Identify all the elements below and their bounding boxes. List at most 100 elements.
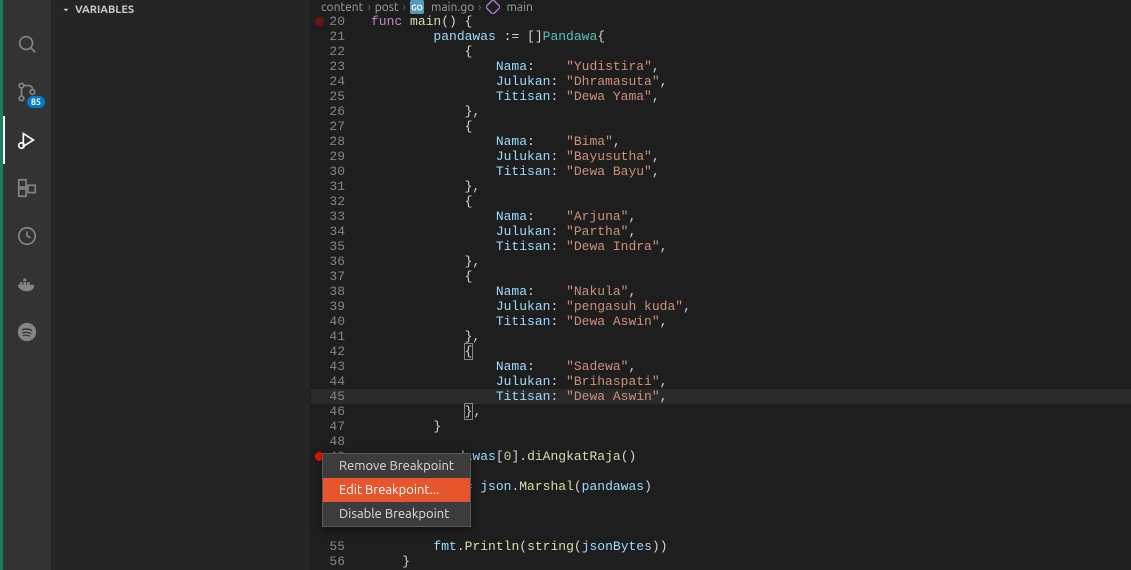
line-number[interactable]: 36 — [311, 254, 359, 269]
code-content[interactable]: Nama: "Yudistira", — [359, 59, 660, 74]
docker-icon[interactable] — [3, 260, 51, 308]
code-line[interactable]: 56 } — [311, 554, 1131, 569]
code-line[interactable]: 21 pandawas := []Pandawa{ — [311, 29, 1131, 44]
code-line[interactable]: 24 Julukan: "Dhramasuta", — [311, 74, 1131, 89]
code-content[interactable]: { — [359, 194, 472, 209]
line-number[interactable]: 47 — [311, 419, 359, 434]
code-line[interactable]: 35 Titisan: "Dewa Indra", — [311, 239, 1131, 254]
code-content[interactable]: Julukan: "Brihaspati", — [359, 374, 667, 389]
code-content[interactable]: func main() { — [359, 14, 472, 29]
line-number[interactable]: 41 — [311, 329, 359, 344]
code-line[interactable]: 38 Nama: "Nakula", — [311, 284, 1131, 299]
line-number[interactable]: 30 — [311, 164, 359, 179]
code-line[interactable]: 36 }, — [311, 254, 1131, 269]
code-line[interactable]: 47 } — [311, 419, 1131, 434]
code-content[interactable]: { — [359, 119, 472, 134]
code-content[interactable]: { — [359, 269, 472, 284]
code-content[interactable]: Titisan: "Dewa Yama", — [359, 89, 660, 104]
extensions-icon[interactable] — [3, 164, 51, 212]
search-icon[interactable] — [3, 20, 51, 68]
line-number[interactable]: 28 — [311, 134, 359, 149]
code-line[interactable]: 43 Nama: "Sadewa", — [311, 359, 1131, 374]
line-number[interactable]: 46 — [311, 404, 359, 419]
spotify-icon[interactable] — [3, 308, 51, 356]
code-line[interactable]: 30 Titisan: "Dewa Bayu", — [311, 164, 1131, 179]
breadcrumb-folder[interactable]: post — [375, 1, 399, 14]
code-content[interactable]: Nama: "Arjuna", — [359, 209, 636, 224]
line-number[interactable]: 32 — [311, 194, 359, 209]
code-content[interactable]: Nama: "Sadewa", — [359, 359, 636, 374]
line-number[interactable]: 35 — [311, 239, 359, 254]
line-number[interactable]: 34 — [311, 224, 359, 239]
code-line[interactable]: 44 Julukan: "Brihaspati", — [311, 374, 1131, 389]
code-content[interactable]: fmt.Println(string(jsonBytes)) — [359, 539, 668, 554]
line-number[interactable]: 37 — [311, 269, 359, 284]
line-number[interactable]: 42 — [311, 344, 359, 359]
code-content[interactable]: Nama: "Nakula", — [359, 284, 636, 299]
code-content[interactable]: Julukan: "Partha", — [359, 224, 636, 239]
code-content[interactable]: Titisan: "Dewa Aswin", — [359, 389, 667, 404]
code-line[interactable]: 33 Nama: "Arjuna", — [311, 209, 1131, 224]
code-content[interactable]: }, — [359, 404, 481, 419]
code-content[interactable]: { — [359, 344, 473, 359]
code-line[interactable]: 41 }, — [311, 329, 1131, 344]
line-number[interactable]: 31 — [311, 179, 359, 194]
ctx-edit-breakpoint[interactable]: Edit Breakpoint... — [323, 478, 470, 502]
breadcrumb-symbol[interactable]: main — [507, 1, 533, 14]
line-number[interactable]: 56 — [311, 554, 359, 569]
line-number[interactable]: 38 — [311, 284, 359, 299]
code-content[interactable]: } — [359, 419, 441, 434]
timeline-icon[interactable] — [3, 212, 51, 260]
line-number[interactable]: 27 — [311, 119, 359, 134]
code-content[interactable]: }, — [359, 104, 480, 119]
code-line[interactable]: 37 { — [311, 269, 1131, 284]
code-line[interactable]: 28 Nama: "Bima", — [311, 134, 1131, 149]
code-line[interactable]: 23 Nama: "Yudistira", — [311, 59, 1131, 74]
code-line[interactable]: 42 { — [311, 344, 1131, 359]
code-content[interactable]: }, — [359, 329, 480, 344]
code-line[interactable]: 32 { — [311, 194, 1131, 209]
code-line[interactable]: 48 — [311, 434, 1131, 449]
code-content[interactable]: }, — [359, 254, 480, 269]
line-number[interactable]: 25 — [311, 89, 359, 104]
line-number[interactable]: 23 — [311, 59, 359, 74]
code-line[interactable]: 31 }, — [311, 179, 1131, 194]
code-line[interactable]: 39 Julukan: "pengasuh kuda", — [311, 299, 1131, 314]
code-content[interactable]: Nama: "Bima", — [359, 134, 621, 149]
line-number[interactable]: 43 — [311, 359, 359, 374]
line-number[interactable]: 40 — [311, 314, 359, 329]
code-line[interactable]: 20func main() { — [311, 14, 1131, 29]
line-number[interactable]: 44 — [311, 374, 359, 389]
line-number[interactable]: 22 — [311, 44, 359, 59]
code-line[interactable]: 25 Titisan: "Dewa Yama", — [311, 89, 1131, 104]
line-number[interactable]: 55 — [311, 539, 359, 554]
line-number[interactable]: 20 — [311, 14, 359, 29]
code-content[interactable]: }, — [359, 179, 480, 194]
breadcrumb-folder[interactable]: content — [321, 1, 363, 14]
code-line[interactable]: 34 Julukan: "Partha", — [311, 224, 1131, 239]
line-number[interactable]: 29 — [311, 149, 359, 164]
line-number[interactable]: 21 — [311, 29, 359, 44]
line-number[interactable]: 48 — [311, 434, 359, 449]
code-content[interactable]: Julukan: "pengasuh kuda", — [359, 299, 691, 314]
code-content[interactable]: Julukan: "Dhramasuta", — [359, 74, 667, 89]
line-number[interactable]: 39 — [311, 299, 359, 314]
code-line[interactable]: 22 { — [311, 44, 1131, 59]
breadcrumb[interactable]: content › post › GO main.go › main — [311, 0, 1131, 14]
breakpoint-icon[interactable] — [315, 17, 324, 26]
run-debug-icon[interactable] — [3, 116, 51, 164]
code-content[interactable] — [359, 434, 371, 449]
code-content[interactable]: Titisan: "Dewa Bayu", — [359, 164, 660, 179]
code-line[interactable]: 55 fmt.Println(string(jsonBytes)) — [311, 539, 1131, 554]
code-content[interactable]: Titisan: "Dewa Indra", — [359, 239, 667, 254]
line-number[interactable]: 24 — [311, 74, 359, 89]
line-number[interactable]: 33 — [311, 209, 359, 224]
variables-section-header[interactable]: VARIABLES — [51, 0, 310, 20]
ctx-disable-breakpoint[interactable]: Disable Breakpoint — [323, 502, 470, 526]
code-content[interactable]: } — [359, 554, 410, 569]
line-number[interactable]: 26 — [311, 104, 359, 119]
code-content[interactable]: { — [359, 44, 472, 59]
code-line[interactable]: 26 }, — [311, 104, 1131, 119]
source-control-icon[interactable]: 85 — [3, 68, 51, 116]
code-line[interactable]: 46 }, — [311, 404, 1131, 419]
